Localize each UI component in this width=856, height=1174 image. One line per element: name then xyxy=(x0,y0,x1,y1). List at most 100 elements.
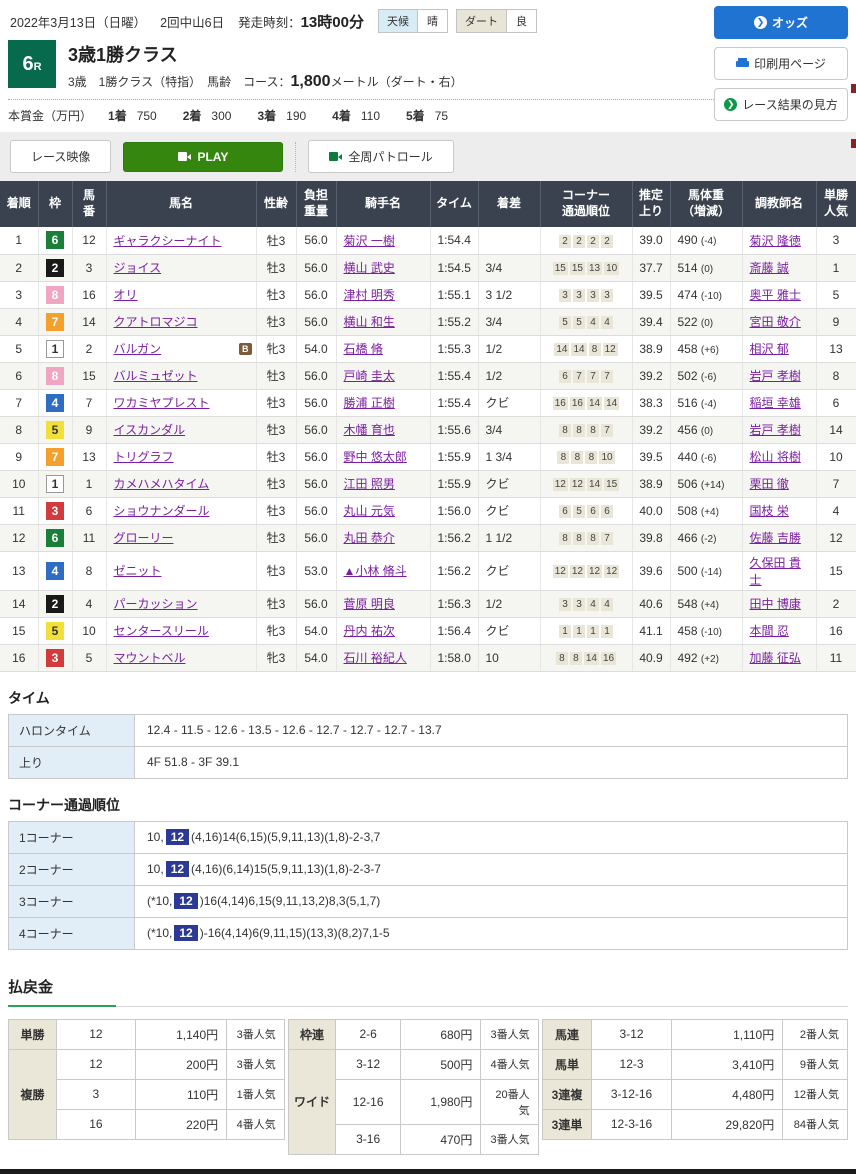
race-video-button[interactable]: レース映像 xyxy=(10,140,112,173)
body-weight: 492 (+2) xyxy=(670,644,743,672)
trainer-link[interactable]: 相沢 郁 xyxy=(750,342,789,356)
jockey-link[interactable]: 横山 武史 xyxy=(344,261,395,275)
bet-type: 複勝 xyxy=(8,1048,57,1140)
result-row: 16 3 5 マウントベル 牝3 54.0 石川 裕紀人 1:58.0 10 8… xyxy=(0,644,856,672)
patrol-video-button[interactable]: 全周パトロール xyxy=(308,140,454,173)
trainer-link[interactable]: 宮田 敬介 xyxy=(750,315,801,329)
odds-button[interactable]: ❯ オッズ xyxy=(714,6,848,39)
body-weight: 500 (-14) xyxy=(670,551,743,591)
jockey-link[interactable]: 丹内 祐次 xyxy=(344,624,395,638)
frame-badge: 1 xyxy=(46,474,64,493)
combination: 3-12 xyxy=(335,1048,402,1080)
trainer-cell: 加藤 征弘 xyxy=(742,644,817,672)
horse-name-link[interactable]: ショウナンダール xyxy=(114,504,210,518)
sex-age: 牡3 xyxy=(256,389,297,417)
horse-name-link[interactable]: マウントベル xyxy=(114,651,186,665)
trainer-link[interactable]: 田中 博康 xyxy=(750,597,801,611)
corner-positions: 2222 xyxy=(540,227,633,255)
horse-name-link[interactable]: ギャラクシーナイト xyxy=(114,234,222,248)
win-favorite: 8 xyxy=(816,362,856,390)
horse-name-link[interactable]: パーカッション xyxy=(114,597,198,611)
info-row: 2コーナー 10, 12 (4,16)(6,14)15(5,9,11,13)(1,8… xyxy=(8,852,848,886)
trainer-link[interactable]: 加藤 征弘 xyxy=(750,651,801,665)
body-weight: 508 (+4) xyxy=(670,497,743,525)
track-condition-badge: ダート良 xyxy=(455,9,537,33)
horse-name-link[interactable]: ジョイス xyxy=(114,261,162,275)
jockey-link[interactable]: 菅原 明良 xyxy=(344,597,395,611)
carried-weight: 56.0 xyxy=(296,389,337,417)
corner-position: 3 xyxy=(573,289,585,302)
trainer-link[interactable]: 菊沢 隆徳 xyxy=(750,234,801,248)
finish-time: 1:55.4 xyxy=(430,362,479,390)
horse-name-link[interactable]: ワカミヤプレスト xyxy=(114,396,210,410)
jockey-link[interactable]: 丸田 恭介 xyxy=(344,531,395,545)
horse-name-link[interactable]: センタースリール xyxy=(114,624,209,638)
horse-name-link[interactable]: イスカンダル xyxy=(114,423,186,437)
trainer-link[interactable]: 久保田 貴士 xyxy=(750,556,801,587)
corner-position: 16 xyxy=(601,652,617,665)
carried-weight: 56.0 xyxy=(296,470,337,498)
horse-name-link[interactable]: バルミュゼット xyxy=(114,369,198,383)
carried-weight: 56.0 xyxy=(296,254,337,282)
margin: クビ xyxy=(478,470,541,498)
trainer-link[interactable]: 佐藤 吉勝 xyxy=(750,531,801,545)
jockey-cell: 丸田 恭介 xyxy=(336,524,431,552)
prize-item: 4着 110 xyxy=(332,109,380,123)
jockey-link[interactable]: 木幡 育也 xyxy=(344,423,395,437)
jockey-link[interactable]: 勝浦 正樹 xyxy=(344,396,395,410)
trainer-link[interactable]: 国枝 栄 xyxy=(750,504,789,518)
corner-positions: 8887 xyxy=(540,416,633,444)
horse-name-link[interactable]: グローリー xyxy=(114,531,174,545)
sex-age: 牡3 xyxy=(256,308,297,336)
trainer-link[interactable]: 奥平 雅士 xyxy=(750,288,801,302)
result-guide-button[interactable]: ❯ レース結果の見方 xyxy=(714,88,848,121)
finish-time: 1:55.4 xyxy=(430,389,479,417)
trainer-link[interactable]: 栗田 徹 xyxy=(750,477,789,491)
info-label: ハロンタイム xyxy=(8,713,135,747)
trainer-link[interactable]: 稲垣 幸雄 xyxy=(750,396,801,410)
jockey-link[interactable]: 戸崎 圭太 xyxy=(344,369,395,383)
trainer-link[interactable]: 松山 将樹 xyxy=(750,450,801,464)
print-page-button[interactable]: 印刷用ページ xyxy=(714,47,848,80)
payout-row: 3連単 12-3-16 29,820円 84番人気 xyxy=(541,1108,848,1140)
trainer-link[interactable]: 斎藤 誠 xyxy=(750,261,789,275)
payout-row: 3連複 3-12-16 4,480円 12番人気 xyxy=(541,1078,848,1110)
trainer-link[interactable]: 岩戸 孝樹 xyxy=(750,423,801,437)
horse-name-link[interactable]: オリ xyxy=(114,288,138,302)
bet-type: ワイド xyxy=(287,1048,337,1155)
trainer-cell: 岩戸 孝樹 xyxy=(742,362,817,390)
jockey-link[interactable]: 石川 裕紀人 xyxy=(344,651,407,665)
frame-cell: 2 xyxy=(38,590,73,618)
jockey-link[interactable]: 丸山 元気 xyxy=(344,504,395,518)
jockey-link[interactable]: 津村 明秀 xyxy=(344,288,395,302)
win-favorite: 13 xyxy=(816,335,856,363)
horse-name-link[interactable]: クアトロマジコ xyxy=(114,315,198,329)
column-header: 調教師名 xyxy=(742,181,817,227)
jockey-link[interactable]: 野中 悠太郎 xyxy=(344,450,407,464)
horse-name-link[interactable]: ゼニット xyxy=(114,564,162,578)
corner-position: 4 xyxy=(601,316,613,329)
horse-name-link[interactable]: バルガン xyxy=(114,342,162,356)
carried-weight: 56.0 xyxy=(296,443,337,471)
jockey-link[interactable]: ▲小林 脩斗 xyxy=(344,564,407,578)
payout-favorite: 3番人気 xyxy=(226,1048,285,1080)
corner-position: 8 xyxy=(587,424,599,437)
trainer-link[interactable]: 岩戸 孝樹 xyxy=(750,369,801,383)
info-value: 12.4 - 11.5 - 12.6 - 13.5 - 12.6 - 12.7 … xyxy=(134,713,848,747)
horse-name-link[interactable]: トリグラフ xyxy=(114,450,174,464)
corner-position: 8 xyxy=(569,652,582,665)
trainer-link[interactable]: 本間 忍 xyxy=(750,624,789,638)
carried-weight: 56.0 xyxy=(296,590,337,618)
jockey-link[interactable]: 江田 照男 xyxy=(344,477,395,491)
bet-type: 馬単 xyxy=(541,1048,593,1080)
jockey-link[interactable]: 横山 和生 xyxy=(344,315,395,329)
margin: 1/2 xyxy=(478,362,541,390)
horse-name-link[interactable]: カメハメハタイム xyxy=(114,477,210,491)
payout-row: ワイド 3-12 500円 4番人気 xyxy=(287,1048,539,1155)
corner-position: 3 xyxy=(601,289,613,302)
race-result-page: ❯ オッズ 印刷用ページ ❯ レース結果の見方 2022年3月13日（日曜） 2… xyxy=(0,0,856,1174)
play-button[interactable]: PLAY xyxy=(123,141,284,172)
jockey-link[interactable]: 菊沢 一樹 xyxy=(344,234,395,248)
payout-amount: 110円 xyxy=(134,1078,228,1110)
jockey-link[interactable]: 石橋 脩 xyxy=(344,342,383,356)
